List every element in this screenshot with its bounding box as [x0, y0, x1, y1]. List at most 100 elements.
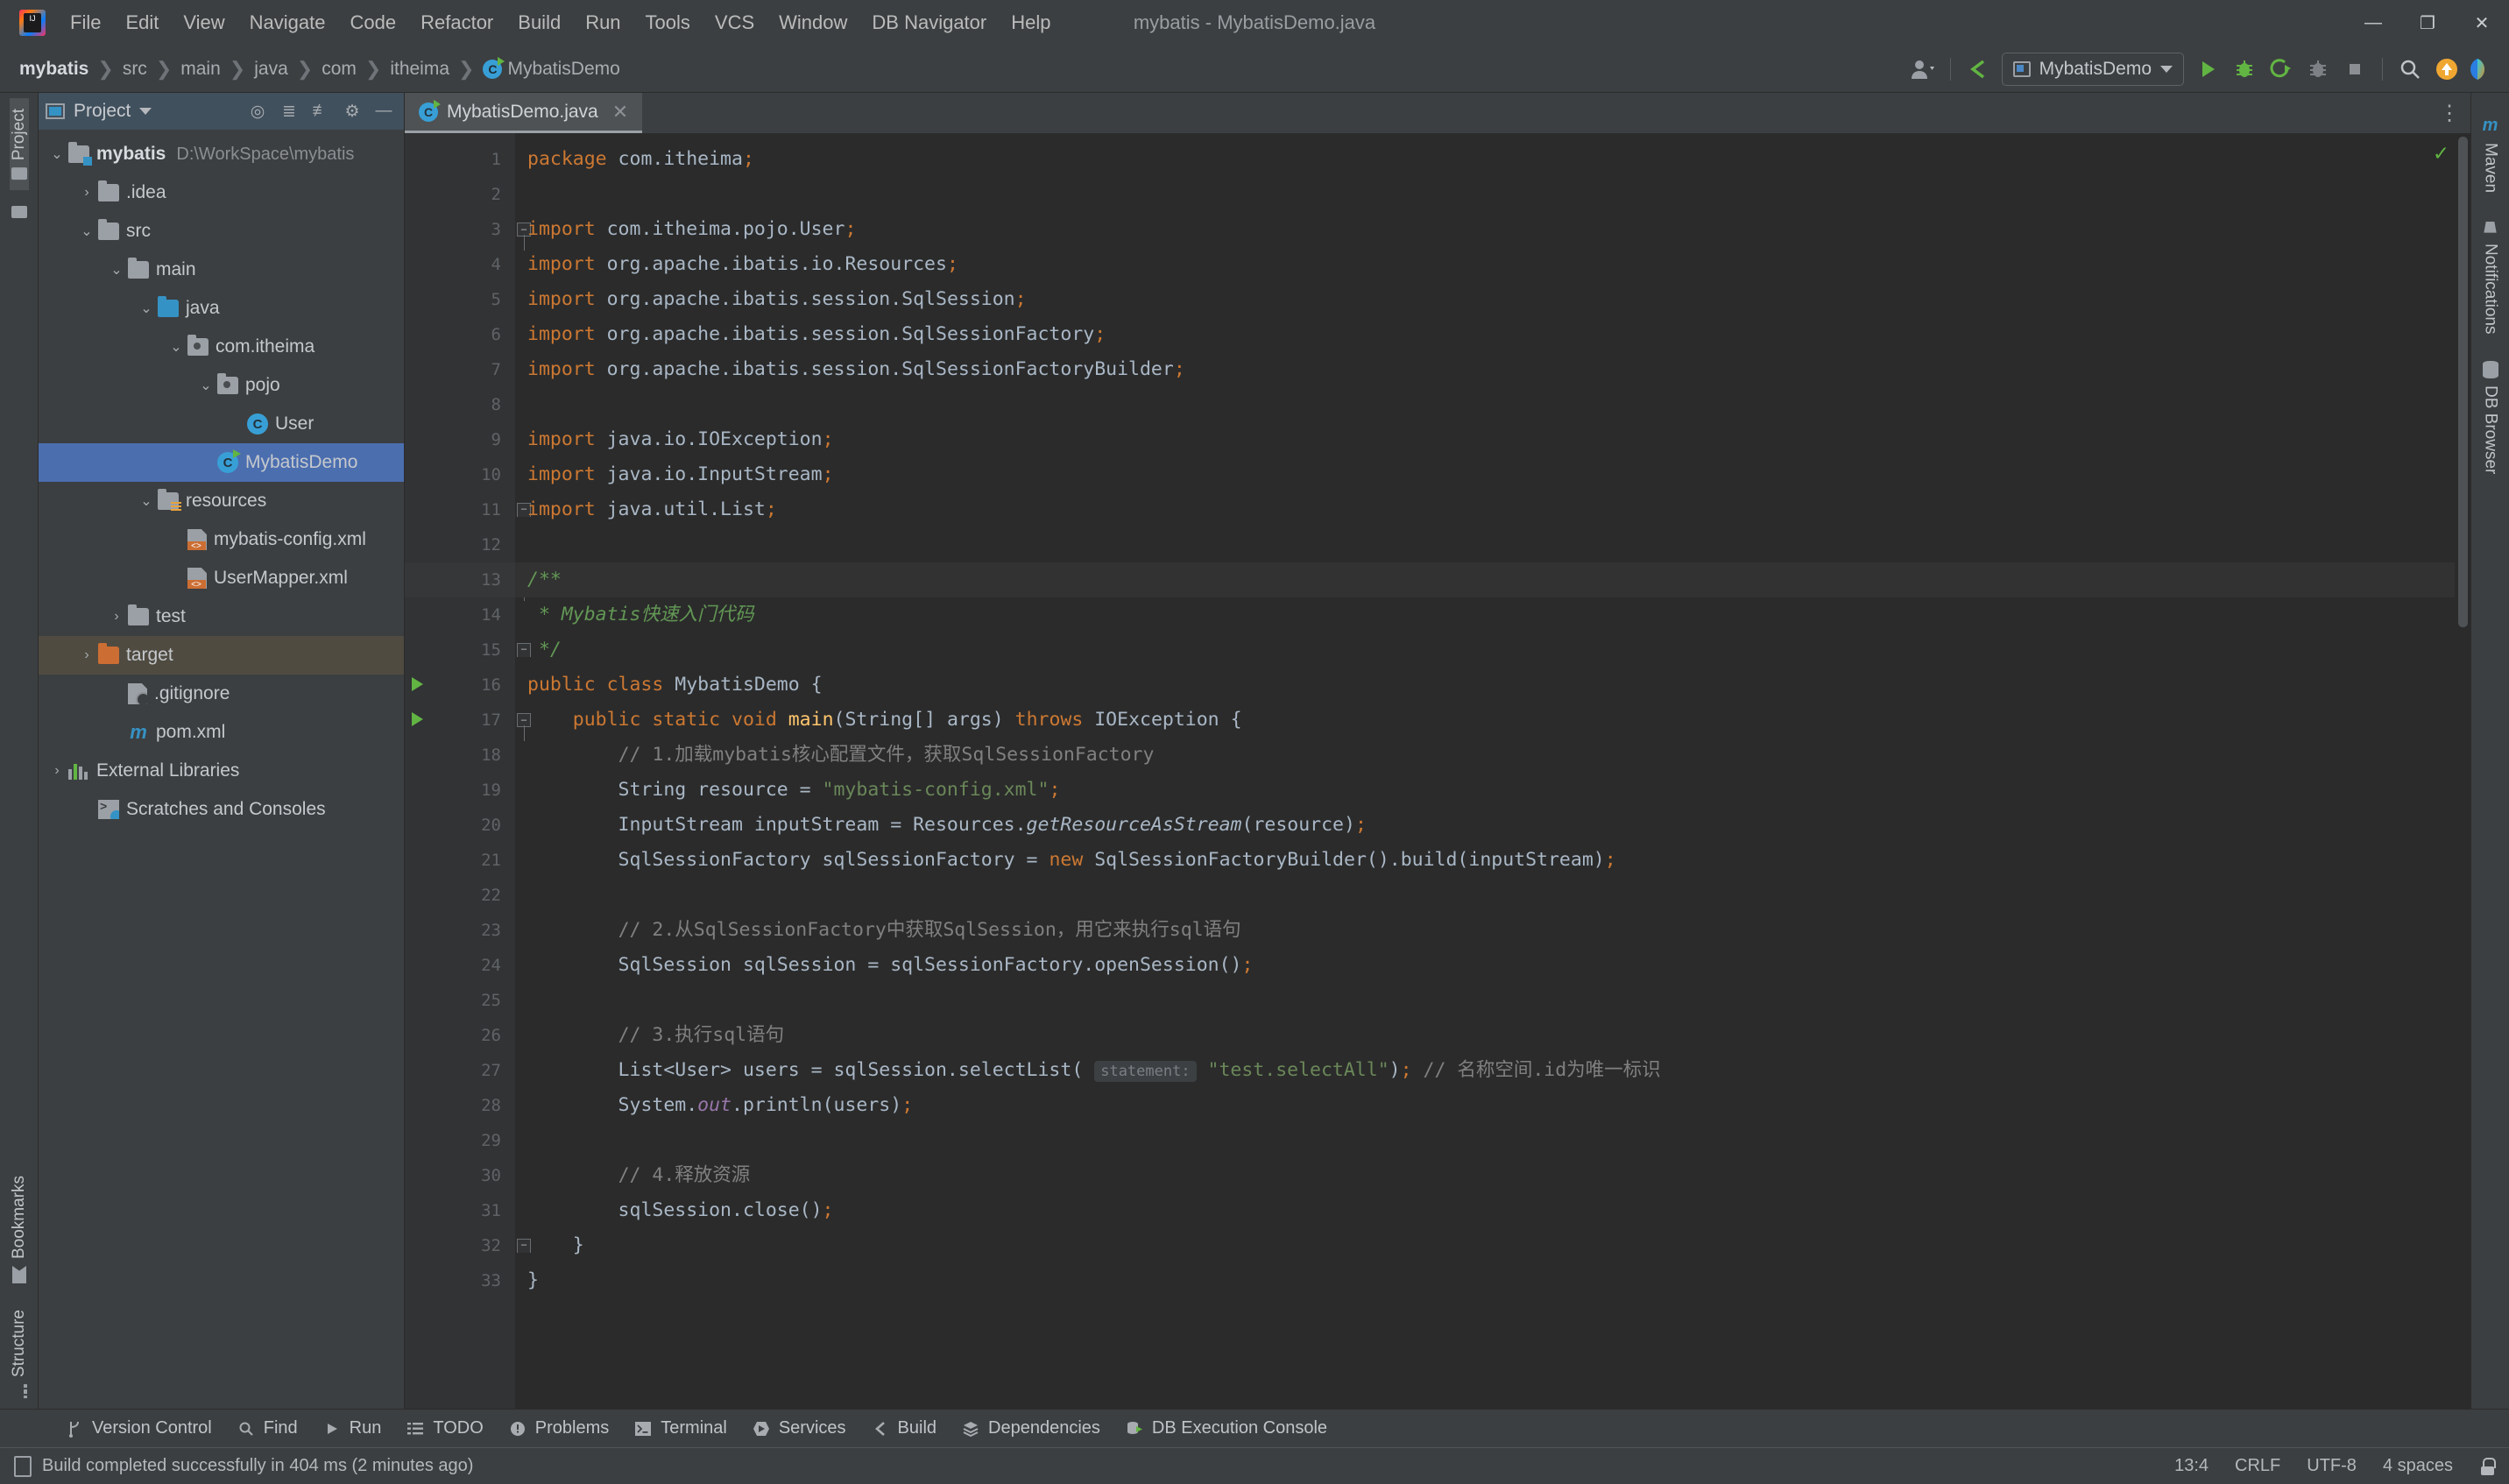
tool-window-build[interactable]: Build: [859, 1415, 949, 1442]
breadcrumb-item-mybatis[interactable]: mybatis: [14, 57, 94, 81]
sidebar-item-bookmarks[interactable]: Bookmarks: [10, 1165, 29, 1294]
debug-icon[interactable]: [2226, 51, 2263, 88]
chevron-right-icon[interactable]: ›: [46, 763, 68, 779]
sidebar-item-structure[interactable]: Structure: [10, 1299, 29, 1409]
editor-gutter[interactable]: 1 2 3− 4 5 6 7 8 9 10 11− 12 13− 14 15− …: [405, 133, 531, 1409]
menu-window[interactable]: Window: [767, 8, 859, 38]
menu-help[interactable]: Help: [999, 8, 1063, 38]
tree-node-usermapper-xml[interactable]: UserMapper.xml: [39, 559, 404, 597]
minimize-button[interactable]: —: [2346, 0, 2400, 46]
chevron-right-icon[interactable]: ›: [75, 647, 98, 663]
menu-navigate[interactable]: Navigate: [237, 8, 338, 38]
sidebar-item-maven[interactable]: m Maven: [2481, 105, 2500, 203]
breadcrumb-item-itheima[interactable]: itheima: [385, 57, 455, 81]
tree-node-mybatis[interactable]: ⌄ mybatis D:\WorkSpace\mybatis: [39, 135, 404, 173]
chevron-down-icon[interactable]: ⌄: [46, 145, 68, 163]
tree-node-mybatisdemo[interactable]: MybatisDemo: [39, 443, 404, 482]
inspection-status-icon[interactable]: ✓: [2434, 140, 2448, 166]
expand-all-icon[interactable]: ≣: [276, 98, 302, 124]
search-everywhere-icon[interactable]: [2392, 51, 2428, 88]
tree-node-resources[interactable]: ⌄ resources: [39, 482, 404, 520]
tool-window-dependencies[interactable]: Dependencies: [949, 1415, 1113, 1442]
profile-icon[interactable]: [2300, 51, 2336, 88]
editor-tab-options-icon[interactable]: ⋮: [2439, 93, 2470, 133]
menu-run[interactable]: Run: [573, 8, 633, 38]
tool-window-terminal[interactable]: Terminal: [621, 1415, 739, 1442]
menu-vcs[interactable]: VCS: [703, 8, 767, 38]
left-rail-folder-icon-slot[interactable]: [11, 195, 27, 229]
breadcrumb-item-mybatisdemo[interactable]: MybatisDemo: [477, 56, 625, 81]
sidebar-item-notifications[interactable]: Notifications: [2481, 208, 2500, 345]
close-icon[interactable]: ✕: [612, 101, 628, 124]
menu-refactor[interactable]: Refactor: [408, 8, 505, 38]
maximize-button[interactable]: ❐: [2400, 0, 2455, 46]
tab-mybatisdemo-java[interactable]: MybatisDemo.java ✕: [405, 93, 643, 133]
tree-node-scratches-and-consoles[interactable]: Scratches and Consoles: [39, 790, 404, 829]
tool-window-find[interactable]: Find: [224, 1415, 310, 1442]
run-with-coverage-icon[interactable]: [2263, 51, 2300, 88]
tree-node-gitignore[interactable]: .gitignore: [39, 675, 404, 713]
menu-build[interactable]: Build: [505, 8, 573, 38]
ide-update-icon[interactable]: [2428, 51, 2465, 88]
tree-node-idea[interactable]: › .idea: [39, 173, 404, 212]
chevron-down-icon[interactable]: ⌄: [75, 223, 98, 240]
tool-window-problems[interactable]: Problems: [496, 1415, 621, 1442]
code-text[interactable]: package com.itheima; import com.itheima.…: [515, 133, 2470, 1409]
line-separator[interactable]: CRLF: [2235, 1456, 2280, 1476]
run-icon[interactable]: [2189, 51, 2226, 88]
tool-window-db-execution-console[interactable]: DB Execution Console: [1113, 1415, 1339, 1442]
tree-node-mybatis-config-xml[interactable]: mybatis-config.xml: [39, 520, 404, 559]
menu-code[interactable]: Code: [338, 8, 409, 38]
settings-gear-icon[interactable]: ⚙: [339, 98, 365, 124]
locate-icon[interactable]: ◎: [244, 98, 271, 124]
breadcrumb-item-java[interactable]: java: [249, 57, 293, 81]
breadcrumb-item-main[interactable]: main: [175, 57, 226, 81]
tree-node-java[interactable]: ⌄ java: [39, 289, 404, 328]
project-tree[interactable]: ⌄ mybatis D:\WorkSpace\mybatis › .idea ⌄…: [39, 130, 404, 1409]
unlocked-icon[interactable]: [2479, 1457, 2496, 1475]
menu-tools[interactable]: Tools: [633, 8, 703, 38]
stop-icon[interactable]: [2336, 51, 2373, 88]
run-gutter-icon[interactable]: [412, 677, 423, 691]
hide-panel-icon[interactable]: —: [371, 98, 397, 124]
scrollbar-thumb[interactable]: [2458, 137, 2468, 627]
code-editor[interactable]: 1 2 3− 4 5 6 7 8 9 10 11− 12 13− 14 15− …: [405, 133, 2470, 1409]
tree-node-pom-xml[interactable]: m pom.xml: [39, 713, 404, 752]
collapse-all-icon[interactable]: ≢: [307, 98, 334, 124]
tool-window-todo[interactable]: TODO: [393, 1415, 495, 1442]
menu-file[interactable]: File: [58, 8, 113, 38]
breadcrumb-item-src[interactable]: src: [117, 57, 152, 81]
chevron-right-icon[interactable]: ›: [75, 185, 98, 201]
menu-edit[interactable]: Edit: [113, 8, 171, 38]
chevron-down-icon[interactable]: ⌄: [135, 300, 158, 317]
sidebar-item-db-browser[interactable]: DB Browser: [2481, 350, 2500, 484]
caret-position[interactable]: 13:4: [2174, 1456, 2209, 1476]
sidebar-item-project[interactable]: Project: [9, 98, 29, 191]
chevron-right-icon[interactable]: ›: [105, 609, 128, 625]
tool-window-services[interactable]: Services: [739, 1415, 859, 1442]
menu-view[interactable]: View: [171, 8, 237, 38]
close-button[interactable]: ✕: [2455, 0, 2509, 46]
run-configuration-selector[interactable]: MybatisDemo: [2001, 52, 2184, 86]
tree-node-test[interactable]: › test: [39, 597, 404, 636]
chevron-down-icon[interactable]: ⌄: [105, 261, 128, 279]
file-encoding[interactable]: UTF-8: [2307, 1456, 2357, 1476]
indent-setting[interactable]: 4 spaces: [2383, 1456, 2453, 1476]
update-project-icon[interactable]: [1960, 51, 1997, 88]
tool-window-version-control[interactable]: Version Control: [53, 1415, 224, 1442]
menu-db-navigator[interactable]: DB Navigator: [859, 8, 999, 38]
tree-node-user[interactable]: User: [39, 405, 404, 443]
tool-window-run[interactable]: Run: [310, 1415, 394, 1442]
tree-node-target[interactable]: › target: [39, 636, 404, 675]
chevron-down-icon[interactable]: ⌄: [194, 377, 217, 394]
run-gutter-icon[interactable]: [412, 712, 423, 726]
tree-node-com-itheima[interactable]: ⌄ com.itheima: [39, 328, 404, 366]
build-status-icon[interactable]: [14, 1455, 32, 1477]
chevron-down-icon[interactable]: ⌄: [135, 492, 158, 510]
breadcrumb-item-com[interactable]: com: [316, 57, 362, 81]
ai-assistant-icon[interactable]: [2465, 51, 2502, 88]
tree-node-pojo[interactable]: ⌄ pojo: [39, 366, 404, 405]
chevron-down-icon[interactable]: ⌄: [165, 338, 187, 356]
user-account-icon[interactable]: [1905, 51, 1941, 88]
chevron-down-icon[interactable]: [139, 108, 152, 115]
